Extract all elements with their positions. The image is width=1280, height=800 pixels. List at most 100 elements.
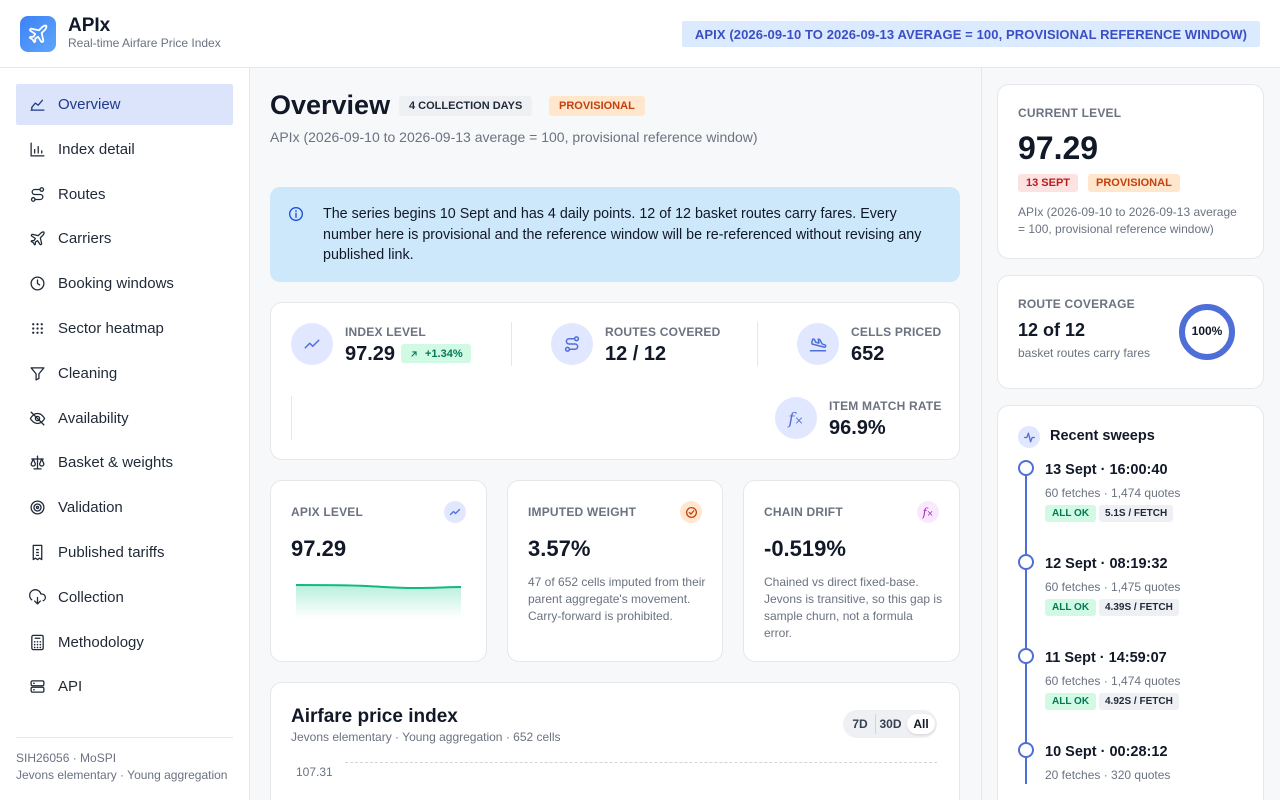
- sidebar-item-overview[interactable]: Overview: [16, 84, 233, 125]
- range-7d-button[interactable]: 7D: [847, 714, 873, 734]
- index-delta-badge: +1.34%: [401, 344, 471, 363]
- sidebar-item-routes[interactable]: Routes: [16, 174, 233, 215]
- y-axis-tick: 107.31: [296, 765, 333, 779]
- sidebar-item-label: Methodology: [58, 634, 144, 651]
- sidebar-item-label: Collection: [58, 589, 124, 606]
- chart-gridline: [345, 762, 937, 763]
- route-icon: [564, 336, 580, 352]
- footer-project: SIH26056 · MoSPI: [16, 751, 117, 765]
- trend-icon: [304, 339, 320, 349]
- sidebar-item-carriers[interactable]: Carriers: [16, 218, 233, 259]
- index-level-icon-wrap: [291, 323, 333, 365]
- sweep-time[interactable]: 12 Sept · 08:19:32: [1045, 556, 1168, 572]
- sidebar-item-sector-heatmap[interactable]: Sector heatmap: [16, 308, 233, 349]
- sidebar-item-published-tariffs[interactable]: Published tariffs: [16, 532, 233, 573]
- sidebar-item-cleaning[interactable]: Cleaning: [16, 353, 233, 394]
- function-icon: f×: [788, 408, 804, 428]
- filter-icon: [30, 367, 45, 381]
- imputed-weight-description: 47 of 652 cells imputed from their paren…: [528, 575, 706, 623]
- sidebar-item-label: Cleaning: [58, 365, 118, 382]
- match-rate-icon-wrap: f×: [775, 397, 817, 439]
- chart-subtitle: Jevons elementary · Young aggregation · …: [291, 730, 561, 744]
- index-level-value: 97.29: [345, 343, 396, 365]
- footer-method: Jevons elementary · Young aggregation: [16, 768, 228, 782]
- apix-sparkline: [296, 584, 461, 618]
- scale-icon: [30, 455, 45, 470]
- receipt-icon: [32, 544, 43, 561]
- sidebar-item-validation[interactable]: Validation: [16, 487, 233, 528]
- sidebar-item-basket-weights[interactable]: Basket & weights: [16, 442, 233, 483]
- sweep-meta: 60 fetches · 1,475 quotes: [1045, 580, 1181, 594]
- eye-off-icon: [29, 411, 46, 426]
- sidebar-item-label: Basket & weights: [58, 454, 174, 471]
- route-coverage-label: ROUTE COVERAGE: [1018, 297, 1135, 311]
- info-icon: [289, 207, 303, 221]
- function-icon: f×: [922, 505, 934, 519]
- page-subtitle: APIx (2026-09-10 to 2026-09-13 average =…: [270, 129, 758, 145]
- imputed-weight-label: IMPUTED WEIGHT: [528, 505, 637, 519]
- sidebar-item-index-detail[interactable]: Index detail: [16, 129, 233, 170]
- stat-divider: [291, 396, 292, 440]
- trend-icon: [449, 508, 461, 516]
- chain-drift-value: -0.519%: [764, 536, 846, 561]
- imputed-icon-wrap: [680, 501, 702, 523]
- sidebar-item-collection[interactable]: Collection: [16, 577, 233, 618]
- range-30d-button[interactable]: 30D: [875, 714, 905, 734]
- match-rate-label: ITEM MATCH RATE: [829, 399, 942, 413]
- chain-drift-description: Chained vs direct fixed-base. Jevons is …: [764, 575, 943, 640]
- sidebar-item-label: Published tariffs: [58, 544, 165, 561]
- drift-icon-wrap: f×: [917, 501, 939, 523]
- collection-days-badge: 4 COLLECTION DAYS: [399, 96, 533, 116]
- route-icon: [30, 187, 45, 202]
- info-text: The series begins 10 Sept and has 4 dail…: [323, 206, 922, 263]
- routes-covered-label: ROUTES COVERED: [605, 325, 721, 339]
- sidebar-item-label: Index detail: [58, 141, 135, 158]
- timeline-dot: [1018, 648, 1034, 664]
- sidebar-item-label: Routes: [58, 186, 106, 203]
- sidebar-item-availability[interactable]: Availability: [16, 398, 233, 439]
- range-all-button[interactable]: All: [907, 714, 935, 734]
- sweeps-icon-wrap: [1018, 426, 1040, 448]
- sweep-status-badge: ALL OK: [1045, 505, 1097, 522]
- imputed-weight-value: 3.57%: [528, 536, 591, 561]
- sidebar-item-methodology[interactable]: Methodology: [16, 622, 233, 663]
- match-rate-value: 96.9%: [829, 417, 886, 439]
- current-level-note: APIx (2026-09-10 to 2026-09-13 average =…: [1018, 205, 1237, 236]
- sidebar-item-api[interactable]: API: [16, 666, 233, 707]
- routes-covered-value: 12 / 12: [605, 343, 667, 365]
- app-logo[interactable]: [20, 16, 56, 52]
- chart-title: Airfare price index: [291, 706, 458, 727]
- top-bar: APIx Real-time Airfare Price Index APIX …: [0, 0, 1280, 68]
- sweep-time[interactable]: 10 Sept · 00:28:12: [1045, 744, 1168, 760]
- app-subtitle: Real-time Airfare Price Index: [68, 36, 221, 50]
- cloud-download-icon: [29, 589, 46, 605]
- grid-icon: [32, 323, 43, 334]
- target-icon: [30, 500, 45, 515]
- sweep-status-badge: ALL OK: [1045, 599, 1097, 616]
- timeline-dot: [1018, 460, 1034, 476]
- route-coverage-value: 12 of 12: [1018, 320, 1086, 340]
- apix-icon-wrap: [444, 501, 466, 523]
- activity-icon: [1023, 432, 1035, 442]
- sidebar-item-label: Carriers: [58, 230, 112, 247]
- sidebar-item-label: Validation: [58, 499, 123, 516]
- stat-divider: [757, 322, 758, 366]
- current-level-value: 97.29: [1018, 130, 1099, 166]
- check-circle-icon: [685, 506, 697, 518]
- index-level-label: INDEX LEVEL: [345, 325, 426, 339]
- sweep-time[interactable]: 11 Sept · 14:59:07: [1045, 650, 1167, 666]
- cells-priced-value: 652: [851, 343, 885, 365]
- sweep-meta: 60 fetches · 1,474 quotes: [1045, 674, 1181, 688]
- sweep-rate-badge: 5.1S / FETCH: [1099, 505, 1174, 522]
- reference-banner: APIX (2026-09-10 TO 2026-09-13 AVERAGE =…: [681, 21, 1260, 47]
- cells-priced-label: CELLS PRICED: [851, 325, 942, 339]
- current-level-label: CURRENT LEVEL: [1018, 106, 1122, 120]
- sweep-status-badge: ALL OK: [1045, 693, 1097, 710]
- sidebar-item-label: Booking windows: [58, 275, 174, 292]
- chain-drift-label: CHAIN DRIFT: [764, 505, 843, 519]
- sweep-rate-badge: 4.92S / FETCH: [1099, 693, 1179, 710]
- current-date-badge: 13 SEPT: [1018, 174, 1079, 192]
- sidebar-item-booking-windows[interactable]: Booking windows: [16, 263, 233, 304]
- server-icon: [30, 680, 45, 693]
- sweep-time[interactable]: 13 Sept · 16:00:40: [1045, 462, 1168, 478]
